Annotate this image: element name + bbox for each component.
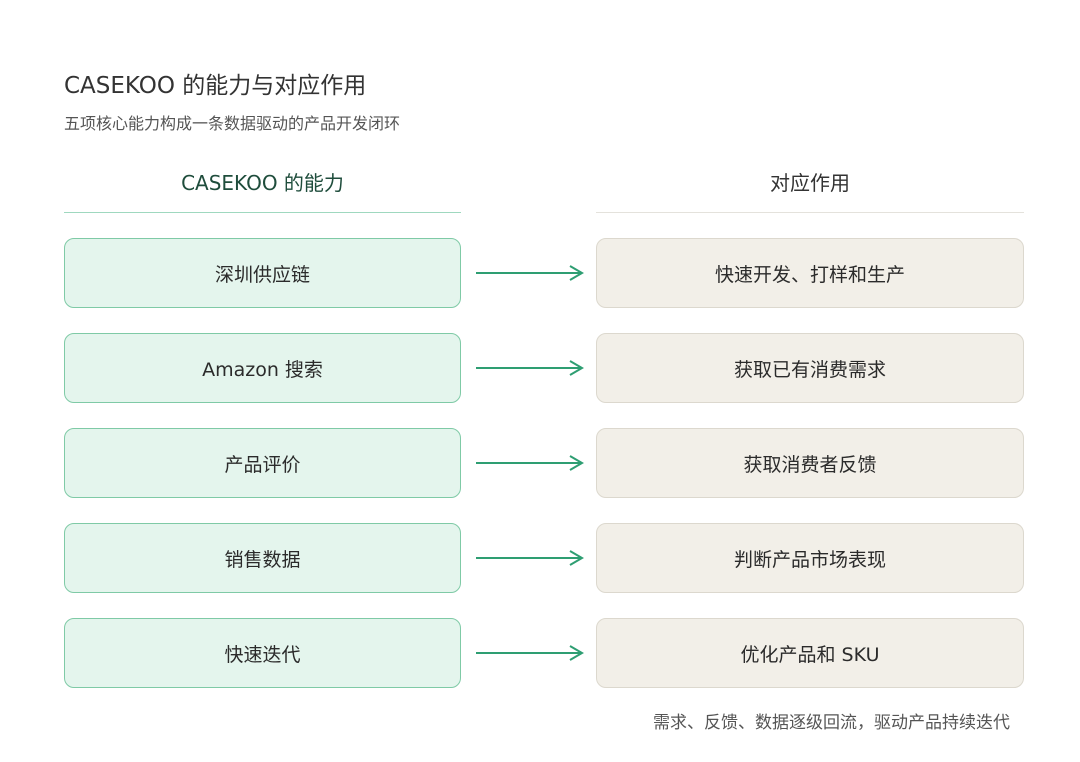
effect-box: 优化产品和 SKU	[596, 618, 1024, 688]
right-arrow-icon	[476, 360, 584, 376]
capability-row: 销售数据 判断产品市场表现	[0, 523, 1080, 593]
capability-header-divider	[64, 212, 461, 213]
right-arrow-icon	[476, 550, 584, 566]
loop-footnote: 需求、反馈、数据逐级回流，驱动产品持续迭代	[653, 713, 1010, 733]
capability-column-header: CASEKOO 的能力	[181, 171, 344, 195]
capability-row: 产品评价 获取消费者反馈	[0, 428, 1080, 498]
right-arrow-icon	[476, 645, 584, 661]
capability-box: 深圳供应链	[64, 238, 461, 308]
capability-box: Amazon 搜索	[64, 333, 461, 403]
capability-row: 快速迭代 优化产品和 SKU	[0, 618, 1080, 688]
capability-row: Amazon 搜索 获取已有消费需求	[0, 333, 1080, 403]
effect-header-divider	[596, 212, 1024, 213]
diagram-title: CASEKOO 的能力与对应作用	[64, 73, 367, 99]
effect-box: 获取消费者反馈	[596, 428, 1024, 498]
capability-row: 深圳供应链 快速开发、打样和生产	[0, 238, 1080, 308]
capability-box: 快速迭代	[64, 618, 461, 688]
effect-column-header: 对应作用	[770, 171, 850, 195]
capability-box: 销售数据	[64, 523, 461, 593]
right-arrow-icon	[476, 455, 584, 471]
effect-box: 快速开发、打样和生产	[596, 238, 1024, 308]
diagram-subtitle: 五项核心能力构成一条数据驱动的产品开发闭环	[64, 114, 401, 133]
right-arrow-icon	[476, 265, 584, 281]
effect-box: 获取已有消费需求	[596, 333, 1024, 403]
capability-box: 产品评价	[64, 428, 461, 498]
effect-box: 判断产品市场表现	[596, 523, 1024, 593]
